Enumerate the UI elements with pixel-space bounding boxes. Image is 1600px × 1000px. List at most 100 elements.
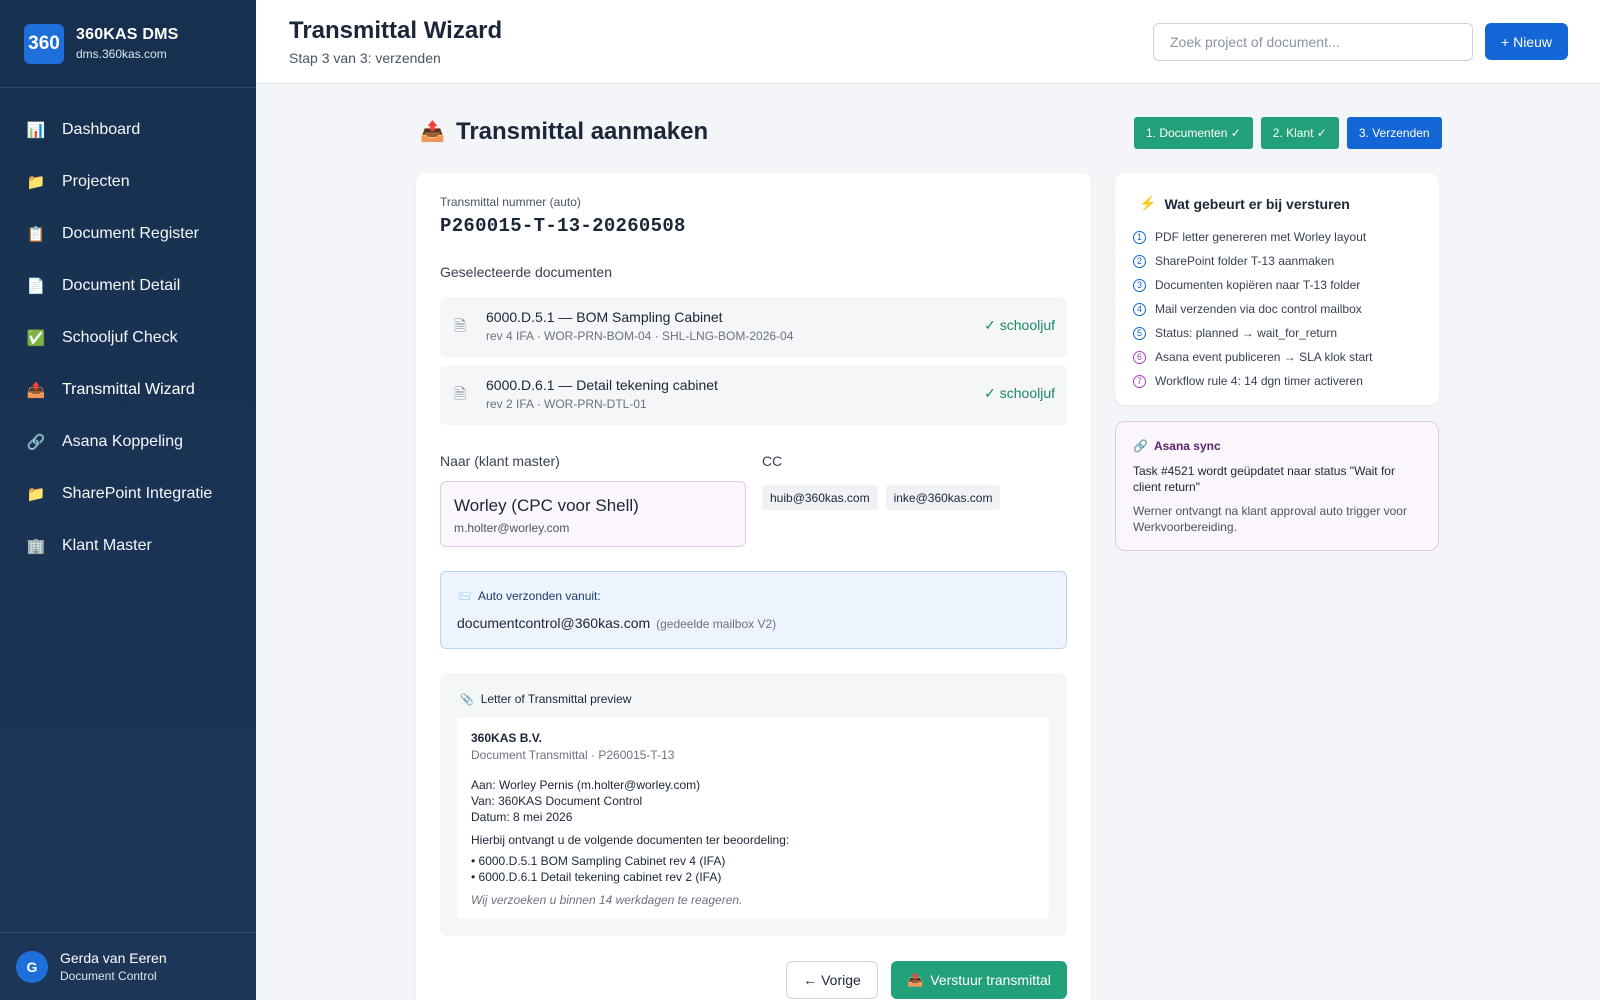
send-steps-title: ⚡ Wat gebeurt er bij versturen: [1139, 195, 1350, 212]
step-text: Documenten kopiëren naar T-13 folder: [1155, 278, 1361, 292]
sidebar-item-label: Schooljuf Check: [62, 329, 178, 346]
sidebar-item-dashboard[interactable]: 📊 Dashboard: [0, 104, 256, 156]
sidebar-item-label: Document Register: [62, 225, 199, 242]
document-meta: rev 2 IFA · WOR-PRN-DTL-01: [486, 397, 647, 411]
letter-items: • 6000.D.5.1 BOM Sampling Cabinet rev 4 …: [471, 853, 1035, 885]
brand-logo[interactable]: 360: [24, 23, 64, 64]
brand-name: 360KAS DMS: [76, 26, 179, 43]
cc-chip[interactable]: inke@360kas.com: [885, 485, 1001, 510]
outbox-icon: 📤: [907, 972, 924, 987]
send-transmittal-label: Verstuur transmittal: [930, 972, 1051, 988]
sidebar-item-label: Asana Koppeling: [62, 433, 183, 450]
cc-chip[interactable]: huib@360kas.com: [762, 485, 878, 510]
sidebar-item-transmittal-wizard[interactable]: 📤 Transmittal Wizard: [0, 364, 256, 416]
sidebar-item-document-register[interactable]: 📋 Document Register: [0, 208, 256, 260]
transmittal-card: Transmittal nummer (auto) P260015-T-13-2…: [416, 173, 1091, 1000]
lightning-icon: ⚡: [1139, 195, 1157, 211]
send-transmittal-button[interactable]: 📤 Verstuur transmittal: [891, 961, 1067, 999]
document-row[interactable]: 🗎 6000.D.6.1 — Detail tekening cabinet r…: [440, 365, 1067, 425]
document-row[interactable]: 🗎 6000.D.5.1 — BOM Sampling Cabinet rev …: [440, 297, 1067, 357]
document-icon: 📄: [26, 278, 46, 295]
recipient-select[interactable]: Worley (CPC voor Shell) m.holter@worley.…: [440, 481, 746, 547]
list-item: 7 Workflow rule 4: 14 dgn timer activeren: [1133, 369, 1372, 393]
list-item: 4 Mail verzenden via doc control mailbox: [1133, 297, 1372, 321]
previous-button[interactable]: ← Vorige: [786, 961, 878, 999]
envelope-icon: 📨: [457, 589, 472, 603]
step-documenten[interactable]: 1. Documenten ✓: [1134, 117, 1253, 149]
auto-send-note: (gedeelde mailbox V2): [656, 617, 777, 631]
sidebar-item-sharepoint-integratie[interactable]: 📁 SharePoint Integratie: [0, 468, 256, 520]
link-icon: 🔗: [26, 434, 46, 451]
document-title: 6000.D.6.1 — Detail tekening cabinet: [486, 377, 718, 393]
sidebar-item-projecten[interactable]: 📁 Projecten: [0, 156, 256, 208]
outbox-icon: 📤: [26, 382, 46, 399]
step-text: Status: planned → wait_for_return: [1155, 326, 1338, 340]
step-text: PDF letter genereren met Worley layout: [1155, 230, 1367, 244]
brand-url: dms.360kas.com: [76, 47, 167, 61]
sidebar-item-asana-koppeling[interactable]: 🔗 Asana Koppeling: [0, 416, 256, 468]
step-verzenden[interactable]: 3. Verzenden: [1346, 117, 1442, 149]
sidebar-item-schooljuf-check[interactable]: ✅ Schooljuf Check: [0, 312, 256, 364]
bar-chart-icon: 📊: [26, 122, 46, 139]
step-klant[interactable]: 2. Klant ✓: [1260, 117, 1339, 149]
list-item: 6 Asana event publiceren → SLA klok start: [1133, 345, 1372, 369]
recipient-name: Worley (CPC voor Shell): [454, 496, 639, 515]
step-number-icon: 3: [1133, 278, 1146, 292]
letter-header-lines: Aan: Worley Pernis (m.holter@worley.com)…: [471, 777, 1035, 825]
step-text: Asana event publiceren → SLA klok start: [1155, 350, 1373, 364]
wizard-title: Transmittal aanmaken: [456, 118, 709, 145]
wizard-steps: 1. Documenten ✓ 2. Klant ✓ 3. Verzenden: [1134, 117, 1442, 149]
topbar: Transmittal Wizard Stap 3 van 3: verzend…: [256, 0, 1600, 84]
asana-sync-card: 🔗 Asana sync Task #4521 wordt geüpdatet …: [1115, 421, 1439, 551]
to-label: Naar (klant master): [440, 453, 560, 469]
sidebar-item-label: SharePoint Integratie: [62, 485, 213, 502]
schooljuf-status: ✓ schooljuf: [984, 317, 1055, 333]
transmittal-number: P260015-T-13-20260508: [440, 215, 686, 237]
sidebar-item-label: Projecten: [62, 173, 130, 190]
link-icon: 🔗: [1133, 439, 1148, 453]
auto-send-address: documentcontrol@360kas.com (gedeelde mai…: [457, 615, 776, 631]
step-number-icon: 4: [1133, 302, 1146, 316]
letter-intro: Hierbij ontvangt u de volgende documente…: [471, 833, 790, 847]
user-name: Gerda van Eeren: [60, 950, 167, 966]
letter-doc-line: Document Transmittal · P260015-T-13: [471, 748, 675, 762]
letter-to: Aan: Worley Pernis (m.holter@worley.com): [471, 778, 701, 792]
page-title: Transmittal Wizard: [289, 17, 503, 44]
selected-documents-label: Geselecteerde documenten: [440, 264, 612, 280]
letter-item: • 6000.D.6.1 Detail tekening cabinet rev…: [471, 870, 722, 884]
schooljuf-status: ✓ schooljuf: [984, 385, 1055, 401]
user-profile[interactable]: G Gerda van Eeren Document Control: [0, 932, 256, 1000]
sidebar-item-label: Klant Master: [62, 537, 152, 554]
sidebar-item-document-detail[interactable]: 📄 Document Detail: [0, 260, 256, 312]
new-button[interactable]: + Nieuw: [1485, 23, 1568, 60]
folder-icon: 📁: [26, 486, 46, 503]
step-number-icon: 2: [1133, 254, 1146, 268]
auto-send-label: Auto verzonden vanuit:: [477, 589, 601, 603]
list-item: 5 Status: planned → wait_for_return: [1133, 321, 1372, 345]
sidebar-item-klant-master[interactable]: 🏢 Klant Master: [0, 520, 256, 572]
send-steps-heading: Wat gebeurt er bij versturen: [1164, 195, 1350, 212]
asana-sync-title: Asana sync: [1153, 439, 1221, 453]
asana-sync-subtext: Werner ontvangt na klant approval auto t…: [1133, 504, 1407, 534]
asana-sync-header: 🔗 Asana sync: [1133, 439, 1221, 453]
page-subtitle: Stap 3 van 3: verzenden: [289, 50, 441, 66]
letter-item: • 6000.D.5.1 BOM Sampling Cabinet rev 4 …: [471, 854, 726, 868]
document-icon: 🗎: [454, 386, 467, 403]
search-input[interactable]: [1153, 23, 1473, 61]
checkmark-icon: ✅: [26, 330, 46, 347]
send-steps-card: ⚡ Wat gebeurt er bij versturen 1 PDF lett…: [1115, 173, 1439, 405]
letter-footer: Wij verzoeken u binnen 14 werkdagen te r…: [471, 893, 743, 907]
step-number-icon: 7: [1133, 374, 1146, 388]
cc-list: huib@360kas.com inke@360kas.com: [762, 485, 1001, 510]
sidebar-item-label: Transmittal Wizard: [62, 381, 195, 398]
clipboard-icon: 📋: [26, 226, 46, 243]
recipient-email: m.holter@worley.com: [454, 521, 570, 535]
step-number-icon: 1: [1133, 230, 1146, 244]
paperclip-icon: 📎: [460, 693, 474, 706]
document-title: 6000.D.5.1 — BOM Sampling Cabinet: [486, 309, 723, 325]
document-icon: 🗎: [454, 318, 467, 335]
auto-send-header: 📨 Auto verzonden vanuit:: [457, 589, 601, 603]
avatar: G: [16, 950, 48, 983]
asana-sync-text: Task #4521 wordt geüpdatet naar status "…: [1133, 464, 1395, 494]
letter-company: 360KAS B.V.: [471, 731, 542, 745]
